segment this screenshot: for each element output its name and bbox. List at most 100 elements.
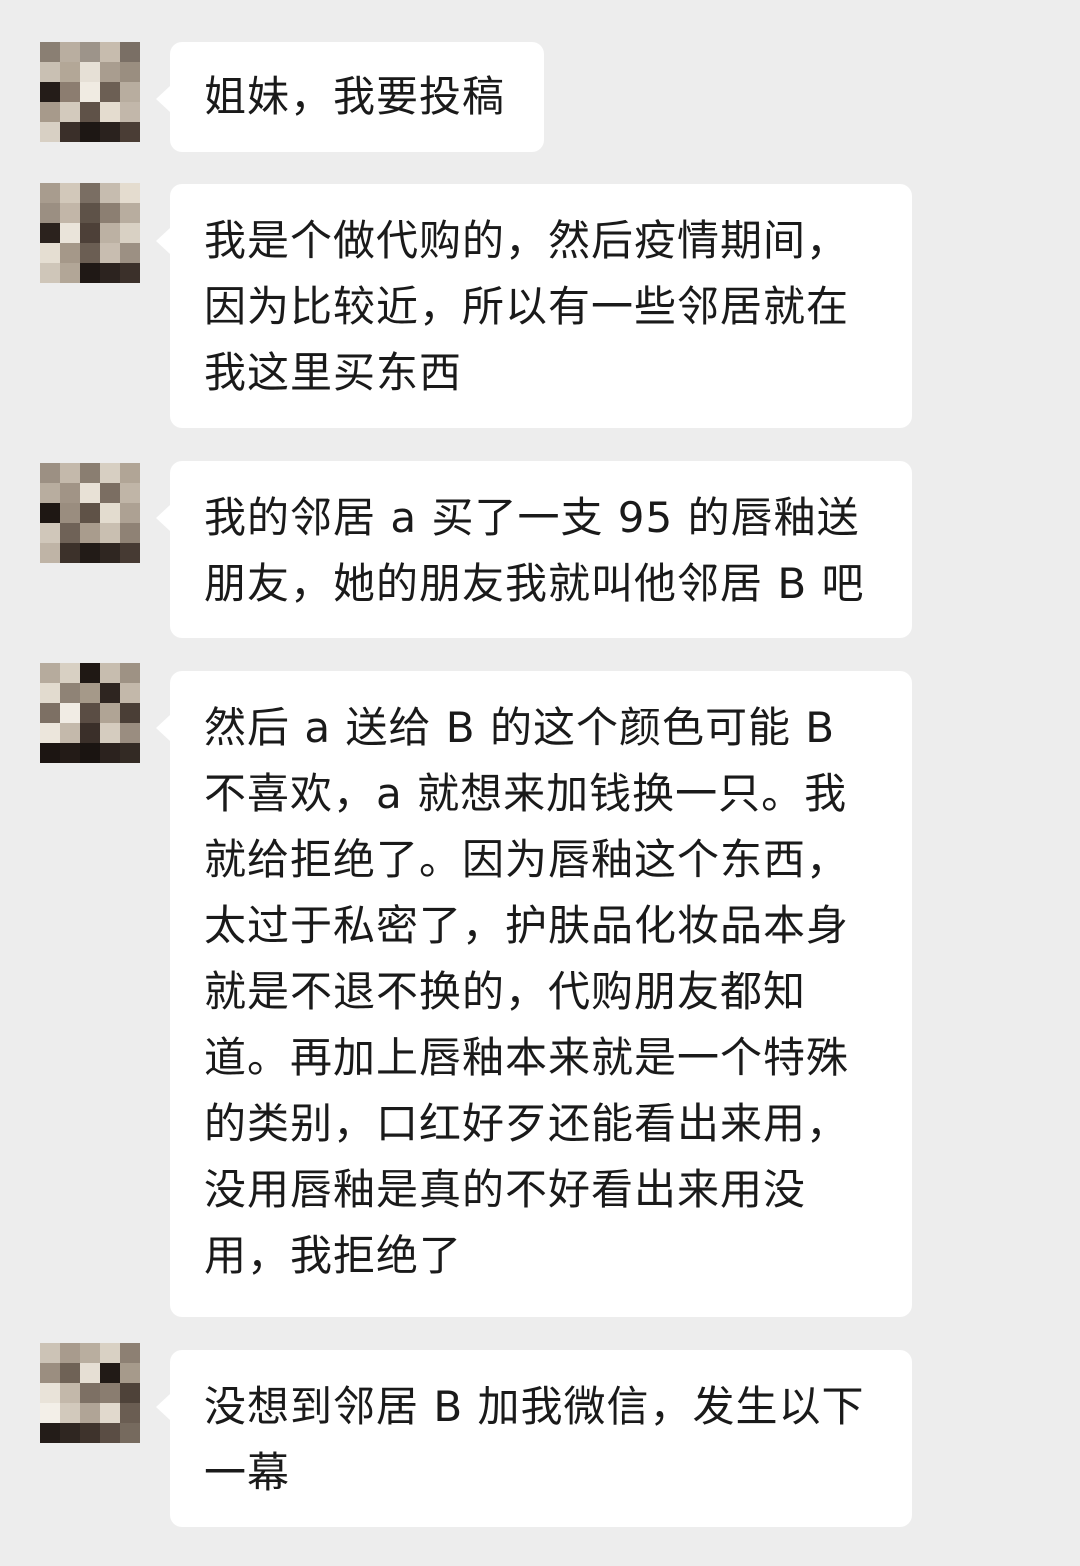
avatar-pixel xyxy=(40,102,60,122)
avatar-pixel xyxy=(60,1383,80,1403)
message-bubble[interactable]: 然后 a 送给 B 的这个颜色可能 B 不喜欢，a 就想来加钱换一只。我就给拒绝… xyxy=(156,671,912,1317)
avatar-pixel xyxy=(60,42,80,62)
avatar-pixel xyxy=(40,223,60,243)
avatar-pixel xyxy=(100,82,120,102)
avatar-pixel xyxy=(40,183,60,203)
avatar-pixel xyxy=(60,1343,80,1363)
avatar-pixel xyxy=(120,1403,140,1423)
avatar-pixel xyxy=(100,723,120,743)
avatar-pixel xyxy=(60,82,80,102)
avatar-pixel xyxy=(120,483,140,503)
avatar-pixel xyxy=(120,62,140,82)
avatar-pixel xyxy=(120,263,140,283)
avatar[interactable] xyxy=(40,1343,140,1443)
avatar-pixel xyxy=(80,1403,100,1423)
message-text: 我的邻居 a 买了一支 95 的唇釉送朋友，她的朋友我就叫他邻居 B 吧 xyxy=(204,493,865,608)
avatar-pixel xyxy=(80,263,100,283)
avatar-pixel xyxy=(40,1383,60,1403)
avatar-pixel xyxy=(40,663,60,683)
avatar-pixel xyxy=(80,203,100,223)
avatar-pixel xyxy=(60,743,80,763)
avatar-pixel xyxy=(120,243,140,263)
avatar-pixel xyxy=(100,483,120,503)
avatar-pixel xyxy=(60,183,80,203)
avatar-pixel xyxy=(120,102,140,122)
avatar-pixel xyxy=(80,122,100,142)
avatar-pixel xyxy=(120,1423,140,1443)
avatar-pixel xyxy=(40,42,60,62)
avatar-pixel xyxy=(100,203,120,223)
avatar-pixel xyxy=(60,523,80,543)
avatar-pixel xyxy=(80,663,100,683)
avatar-pixel xyxy=(40,743,60,763)
chat-history[interactable]: 姐妹，我要投稿 我是个做代购的，然后疫情期间，因为比较近，所以有一些邻居就在我这… xyxy=(0,0,1080,1566)
avatar-pixel xyxy=(120,203,140,223)
avatar-pixel xyxy=(80,483,100,503)
avatar-pixel xyxy=(40,683,60,703)
avatar-pixel xyxy=(100,523,120,543)
avatar-pixel xyxy=(120,523,140,543)
avatar-pixel xyxy=(120,663,140,683)
avatar-pixel xyxy=(60,683,80,703)
avatar-pixel xyxy=(60,102,80,122)
avatar-pixel xyxy=(80,183,100,203)
avatar-pixel xyxy=(40,1343,60,1363)
avatar-pixel xyxy=(120,543,140,563)
avatar-pixel xyxy=(100,1343,120,1363)
message-text: 然后 a 送给 B 的这个颜色可能 B 不喜欢，a 就想来加钱换一只。我就给拒绝… xyxy=(204,703,850,1280)
avatar-pixel xyxy=(40,82,60,102)
avatar-pixel xyxy=(100,62,120,82)
avatar-pixel xyxy=(40,503,60,523)
avatar-pixel xyxy=(60,503,80,523)
avatar-pixel xyxy=(120,723,140,743)
avatar-pixel xyxy=(100,543,120,563)
message-text: 姐妹，我要投稿 xyxy=(204,72,506,121)
avatar-pixel xyxy=(100,1363,120,1383)
avatar-pixel xyxy=(120,703,140,723)
avatar-pixel xyxy=(100,183,120,203)
message-bubble[interactable]: 没想到邻居 B 加我微信，发生以下一幕 xyxy=(156,1350,912,1527)
avatar[interactable] xyxy=(40,463,140,563)
avatar-pixel xyxy=(120,1383,140,1403)
avatar-pixel xyxy=(40,122,60,142)
avatar-pixel xyxy=(80,463,100,483)
avatar-pixel xyxy=(40,723,60,743)
avatar-pixel xyxy=(60,263,80,283)
avatar-pixel xyxy=(100,102,120,122)
message-bubble[interactable]: 我的邻居 a 买了一支 95 的唇釉送朋友，她的朋友我就叫他邻居 B 吧 xyxy=(156,461,912,638)
avatar-pixel xyxy=(100,503,120,523)
message-text: 我是个做代购的，然后疫情期间，因为比较近，所以有一些邻居就在我这里买东西 xyxy=(204,216,850,397)
avatar-pixel xyxy=(60,1403,80,1423)
avatar[interactable] xyxy=(40,663,140,763)
avatar-pixel xyxy=(100,743,120,763)
avatar-pixel xyxy=(40,1423,60,1443)
avatar-pixel xyxy=(40,1363,60,1383)
message-bubble[interactable]: 姐妹，我要投稿 xyxy=(156,42,544,152)
avatar-pixel xyxy=(60,62,80,82)
avatar-pixel xyxy=(80,102,100,122)
avatar-pixel xyxy=(80,703,100,723)
avatar-pixel xyxy=(120,463,140,483)
avatar-pixel xyxy=(80,223,100,243)
avatar-pixel xyxy=(100,463,120,483)
avatar-pixel xyxy=(80,723,100,743)
avatar-pixel xyxy=(120,122,140,142)
avatar-pixel xyxy=(80,1383,100,1403)
message-bubble[interactable]: 我是个做代购的，然后疫情期间，因为比较近，所以有一些邻居就在我这里买东西 xyxy=(156,184,912,428)
avatar-pixel xyxy=(80,1423,100,1443)
avatar-pixel xyxy=(100,683,120,703)
avatar-pixel xyxy=(60,703,80,723)
avatar-pixel xyxy=(60,1363,80,1383)
avatar-pixel xyxy=(100,1383,120,1403)
avatar-pixel xyxy=(60,723,80,743)
avatar-pixel xyxy=(100,263,120,283)
avatar[interactable] xyxy=(40,183,140,283)
avatar-pixel xyxy=(120,503,140,523)
avatar-pixel xyxy=(100,663,120,683)
avatar-pixel xyxy=(60,543,80,563)
avatar-pixel xyxy=(80,683,100,703)
avatar-pixel xyxy=(120,82,140,102)
avatar[interactable] xyxy=(40,42,140,142)
avatar-pixel xyxy=(60,243,80,263)
avatar-pixel xyxy=(100,1403,120,1423)
